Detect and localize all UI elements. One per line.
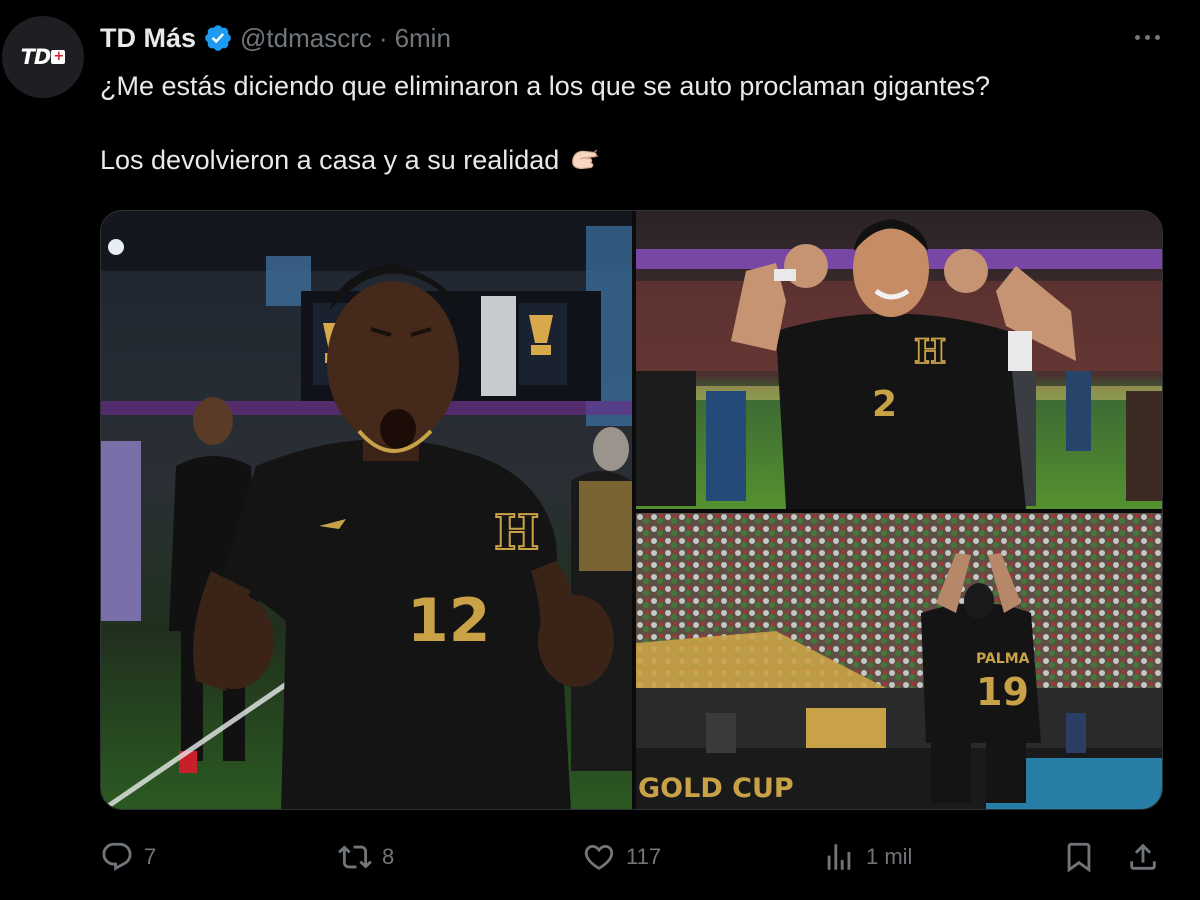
svg-text:H: H [914, 332, 946, 372]
reply-icon [102, 842, 132, 871]
tweet-text-line-1: ¿Me estás diciendo que eliminaron a los … [100, 71, 991, 101]
handle[interactable]: @tdmascrc [240, 23, 372, 54]
tweet-header: TD Más @tdmascrc · 6min [100, 20, 451, 56]
verified-badge-icon[interactable] [203, 23, 233, 53]
views-icon [827, 844, 851, 870]
like-button[interactable]: 117 [582, 835, 661, 879]
td-mas-logo: TD + [21, 45, 66, 69]
jersey-number-19: 19 [976, 670, 1029, 714]
pinching-hand-icon [567, 143, 601, 177]
action-bar: 7 8 117 1 mil [100, 835, 1165, 879]
gold-cup-board: GOLD CUP [638, 773, 794, 804]
tweet-text-line-2: Los devolvieron a casa y a su realidad [100, 145, 560, 175]
svg-text:12: 12 [407, 586, 491, 656]
reply-count: 7 [144, 844, 157, 869]
tweet-text: ¿Me estás diciendo que eliminaron a los … [100, 68, 1180, 178]
views-count: 1 mil [866, 844, 913, 869]
bookmark-icon [1067, 842, 1091, 873]
share-button[interactable] [1126, 835, 1160, 879]
photo-player-19[interactable]: GOLD CUP PALMA 19 [636, 513, 1162, 809]
plus-icon: + [51, 50, 66, 64]
reply-button[interactable]: 7 [100, 835, 156, 879]
svg-text:H: H [494, 505, 539, 561]
svg-text:2: 2 [872, 384, 897, 425]
photo-player-2[interactable]: H 2 [636, 211, 1162, 509]
photo-player-12[interactable]: H 12 [101, 211, 632, 809]
separator-dot: · [378, 22, 388, 53]
media-grid[interactable]: H 12 H 2 GOLD CUP PALMA 19 [100, 210, 1163, 810]
like-count: 117 [626, 844, 662, 869]
avatar[interactable]: TD + [2, 16, 84, 98]
tweet-text-line-2-wrapper: Los devolvieron a casa y a su realidad [100, 142, 1180, 178]
repost-icon [338, 845, 372, 869]
timestamp[interactable]: 6min [395, 23, 451, 54]
repost-count: 8 [382, 844, 395, 869]
share-icon [1130, 843, 1156, 870]
views-button[interactable]: 1 mil [822, 835, 912, 879]
jersey-name: PALMA [976, 651, 1030, 667]
display-name[interactable]: TD Más [100, 23, 196, 54]
repost-button[interactable]: 8 [338, 835, 394, 879]
bookmark-button[interactable] [1062, 835, 1096, 879]
avatar-text: TD [20, 45, 52, 69]
heart-icon [584, 844, 614, 870]
more-options-icon[interactable] [1135, 22, 1160, 52]
